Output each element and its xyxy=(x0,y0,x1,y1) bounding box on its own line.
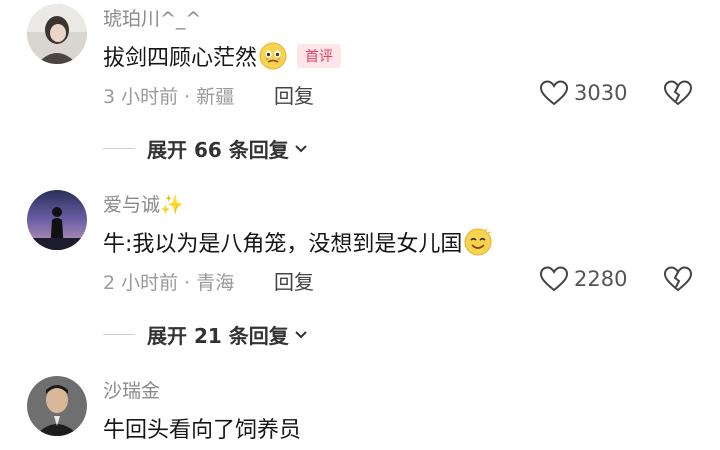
smiling-face-emoji-icon xyxy=(464,228,492,256)
comment-text-row: 牛:我以为是八角笼，没想到是女儿国 xyxy=(103,226,492,258)
like-count: 2280 xyxy=(574,267,628,291)
expand-replies-label: 展开 66 条回复 xyxy=(147,138,289,162)
comment-meta: 3 小时前 · 新疆 xyxy=(103,86,235,108)
username[interactable]: 琥珀川^_^ xyxy=(103,4,201,31)
comment-feed: 琥珀川^_^ 拔剑四顾心茫然 首评 3 小时前 · 新疆 回复 3030 展开 … xyxy=(0,0,720,450)
reply-button[interactable]: 回复 xyxy=(274,266,314,295)
comment-text: 牛:我以为是八角笼，没想到是女儿国 xyxy=(103,232,463,257)
like-button[interactable]: 2280 xyxy=(540,266,627,292)
comment-item: 琥珀川^_^ 拔剑四顾心茫然 首评 3 小时前 · 新疆 回复 3030 展开 … xyxy=(0,4,720,174)
comment-item: 爱与诚✨ 牛:我以为是八角笼，没想到是女儿国 2 小时前 · 青海 回复 228… xyxy=(0,190,720,360)
chevron-down-icon xyxy=(295,144,307,152)
dislike-button[interactable] xyxy=(663,80,693,106)
like-button[interactable]: 3030 xyxy=(540,80,627,106)
comment-text: 牛回头看向了饲养员 xyxy=(103,418,302,443)
dislike-button[interactable] xyxy=(663,266,693,292)
comment-item: 沙瑞金 牛回头看向了饲养员 xyxy=(0,376,720,450)
comment-text-row: 拔剑四顾心茫然 首评 xyxy=(103,40,342,72)
broken-heart-icon xyxy=(663,80,693,106)
heart-outline-icon xyxy=(540,80,568,106)
avatar[interactable] xyxy=(27,4,87,64)
expand-replies-label: 展开 21 条回复 xyxy=(147,324,289,348)
divider-line xyxy=(103,148,135,149)
reply-button[interactable]: 回复 xyxy=(274,80,314,109)
comment-meta: 2 小时前 · 青海 xyxy=(103,272,235,294)
username[interactable]: 沙瑞金 xyxy=(103,376,160,403)
username[interactable]: 爱与诚✨ xyxy=(103,190,184,217)
heart-outline-icon xyxy=(540,266,568,292)
like-count: 3030 xyxy=(574,81,628,105)
expand-replies-button[interactable]: 展开 21 条回复 xyxy=(103,320,309,349)
divider-line xyxy=(103,334,135,335)
first-comment-badge: 首评 xyxy=(297,44,342,68)
expand-replies-button[interactable]: 展开 66 条回复 xyxy=(103,134,309,163)
chevron-down-icon xyxy=(295,330,307,338)
avatar[interactable] xyxy=(27,376,87,436)
broken-heart-icon xyxy=(663,266,693,292)
worried-face-emoji-icon xyxy=(259,42,287,70)
comment-text-row: 牛回头看向了饲养员 xyxy=(103,412,301,444)
comment-text: 拔剑四顾心茫然 xyxy=(103,46,258,71)
avatar[interactable] xyxy=(27,190,87,250)
